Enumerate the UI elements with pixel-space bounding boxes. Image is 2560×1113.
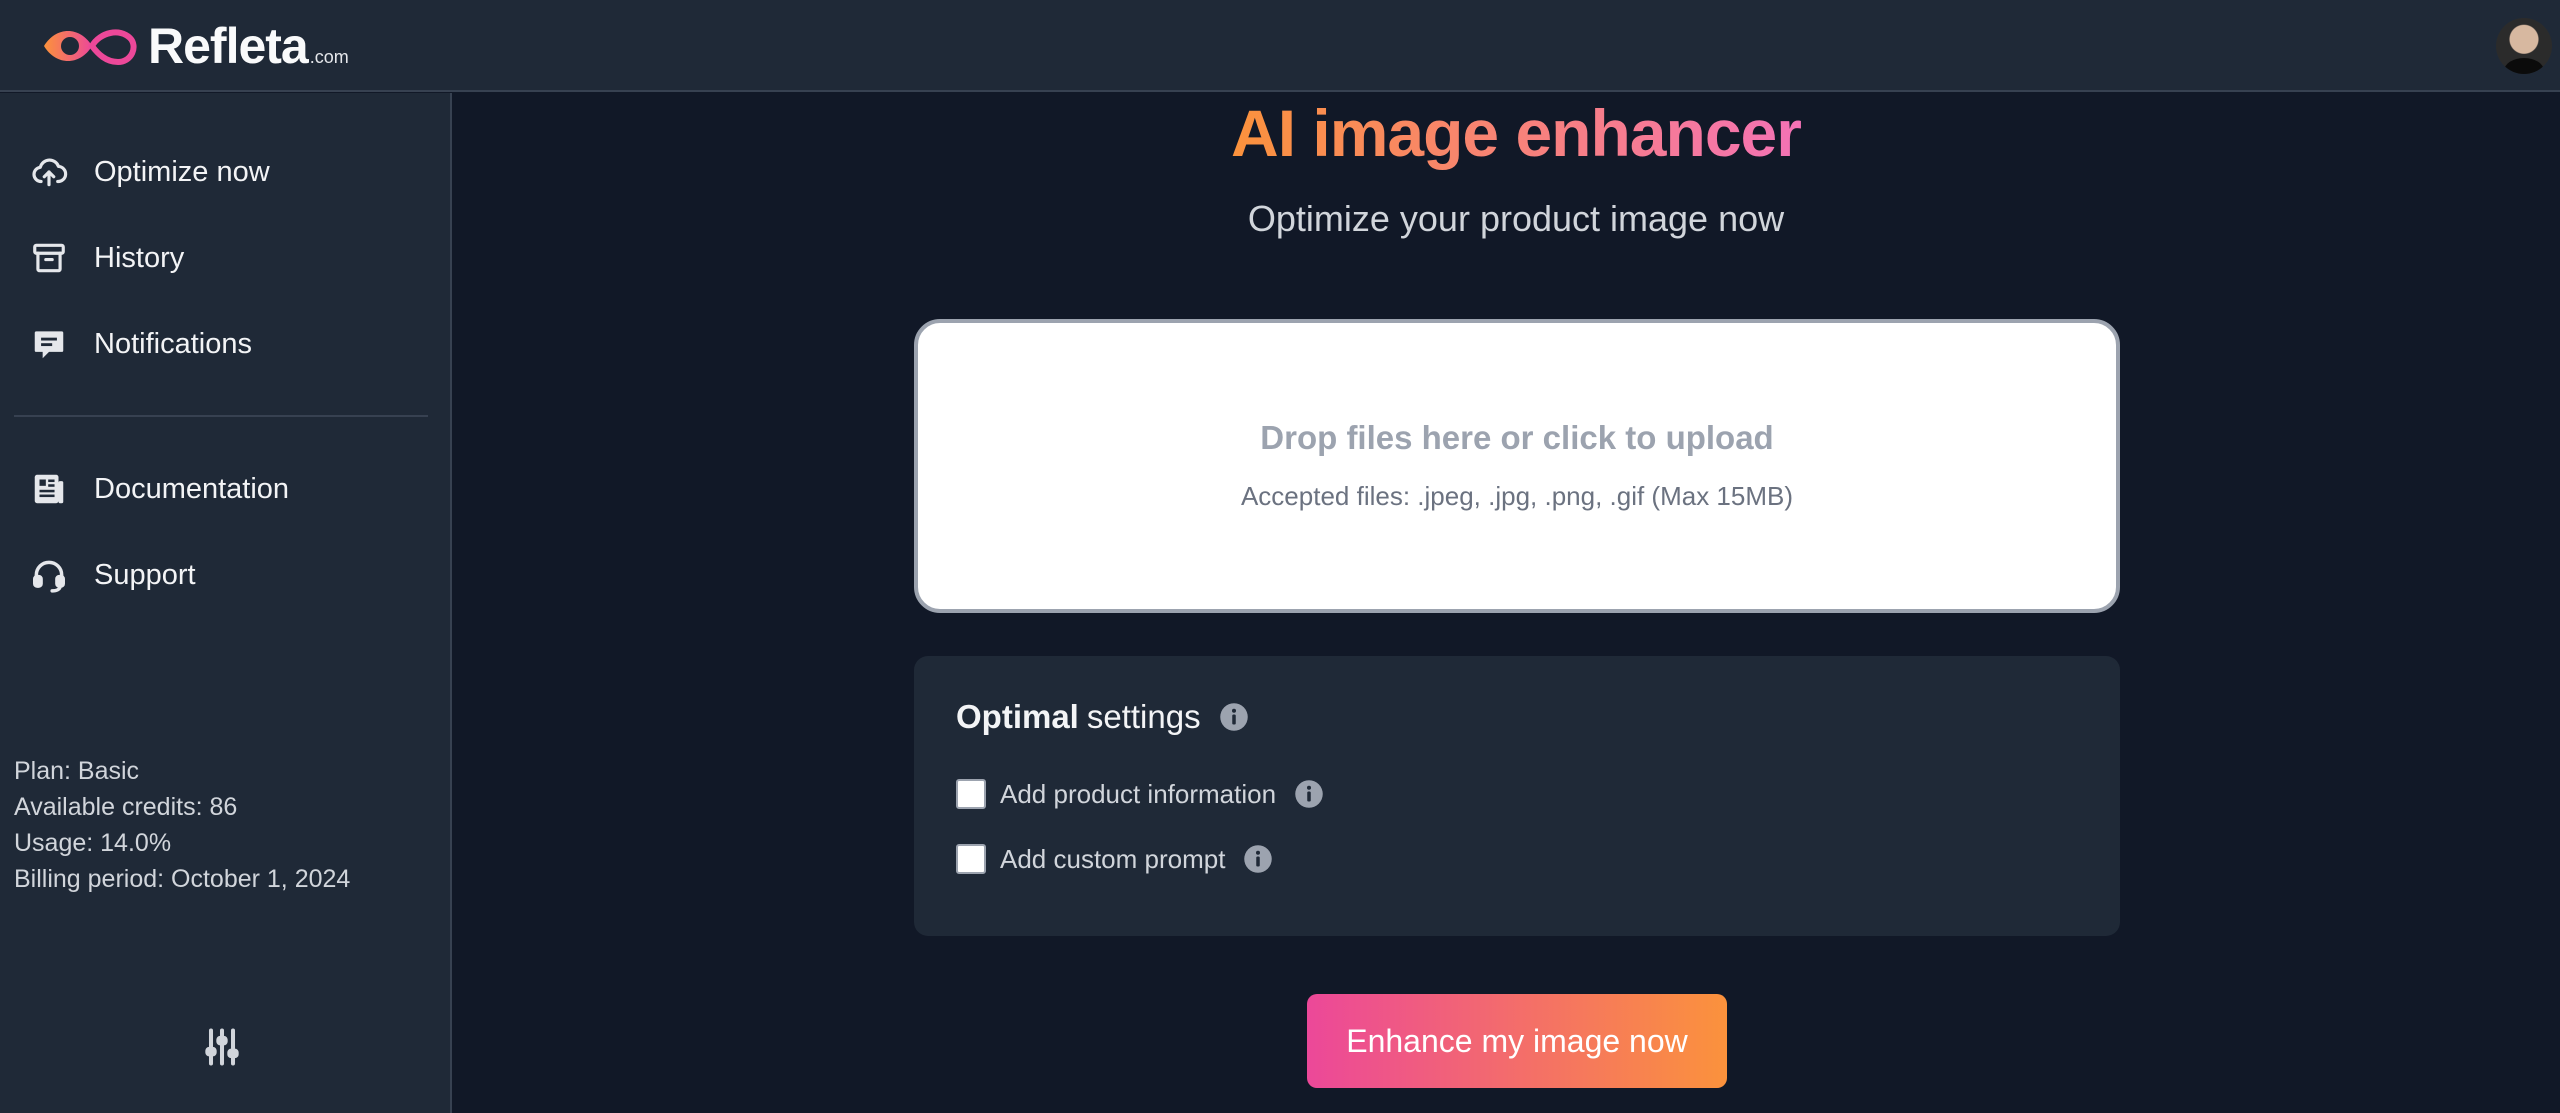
sidebar-item-label: Support: [94, 558, 196, 591]
sidebar-item-label: History: [94, 241, 185, 274]
cloud-upload-icon: [32, 158, 68, 187]
logo-icon: [44, 29, 137, 66]
sidebar-item-label: Optimize now: [94, 155, 270, 188]
option-product-information: Add product information: [956, 776, 1324, 812]
sidebar-divider: [14, 415, 428, 417]
option-label: Add custom prompt: [1000, 843, 1226, 874]
product-information-checkbox[interactable]: [956, 779, 986, 809]
settings-title: Optimal settings: [956, 698, 1249, 736]
custom-prompt-checkbox[interactable]: [956, 844, 986, 874]
sidebar-item-optimize-now[interactable]: Optimize now: [30, 142, 430, 202]
credits-label: Available credits: 86: [14, 793, 238, 821]
usage-label: Usage: 14.0%: [14, 829, 172, 857]
enhance-image-button[interactable]: Enhance my image now: [1307, 994, 1727, 1088]
billing-period-label: Billing period: October 1, 2024: [14, 865, 351, 893]
sidebar-item-label: Notifications: [94, 327, 252, 360]
top-bar: Refleta .com: [0, 0, 2560, 92]
option-label: Add product information: [1000, 778, 1277, 809]
info-icon[interactable]: [1243, 844, 1273, 874]
dropzone-accepted-files: Accepted files: .jpeg, .jpg, .png, .gif …: [1240, 481, 1794, 511]
brand-name: Refleta: [148, 18, 309, 74]
sliders-icon[interactable]: [200, 1025, 244, 1069]
option-custom-prompt: Add custom prompt: [956, 841, 1273, 877]
settings-title-bold: Optimal: [956, 698, 1079, 735]
sidebar-item-support[interactable]: Support: [30, 545, 430, 605]
main-content: AI image enhancer Optimize your product …: [454, 93, 2560, 1113]
message-icon: [34, 331, 64, 359]
info-icon[interactable]: [1294, 779, 1324, 809]
sidebar-item-documentation[interactable]: Documentation: [30, 459, 430, 519]
page-title-wrap: AI image enhancer: [454, 93, 2560, 181]
settings-title-rest: settings: [1086, 698, 1201, 735]
page-subtitle: Optimize your product image now: [1247, 198, 1785, 239]
user-avatar[interactable]: [2496, 18, 2552, 74]
sidebar-item-notifications[interactable]: Notifications: [30, 314, 430, 374]
dropzone-title: Drop files here or click to upload: [1260, 419, 1774, 456]
info-icon[interactable]: [1219, 702, 1249, 732]
archive-icon: [33, 243, 65, 273]
plan-label: Plan: Basic: [14, 757, 140, 785]
optional-settings-panel: Optimal settings Add product information…: [914, 656, 2120, 936]
page-title: AI image enhancer: [1231, 93, 1802, 181]
sidebar: Optimize now History Notifications Docum…: [0, 93, 452, 1113]
headset-icon: [33, 560, 65, 593]
document-icon: [34, 474, 64, 504]
plan-info: Plan: Basic Available credits: 86 Usage:…: [14, 753, 350, 897]
file-dropzone[interactable]: Drop files here or click to upload Accep…: [914, 319, 2120, 613]
sidebar-item-history[interactable]: History: [30, 228, 430, 288]
brand-logo[interactable]: Refleta .com: [40, 16, 349, 76]
brand-suffix: .com: [309, 46, 349, 67]
sidebar-item-label: Documentation: [94, 472, 290, 505]
